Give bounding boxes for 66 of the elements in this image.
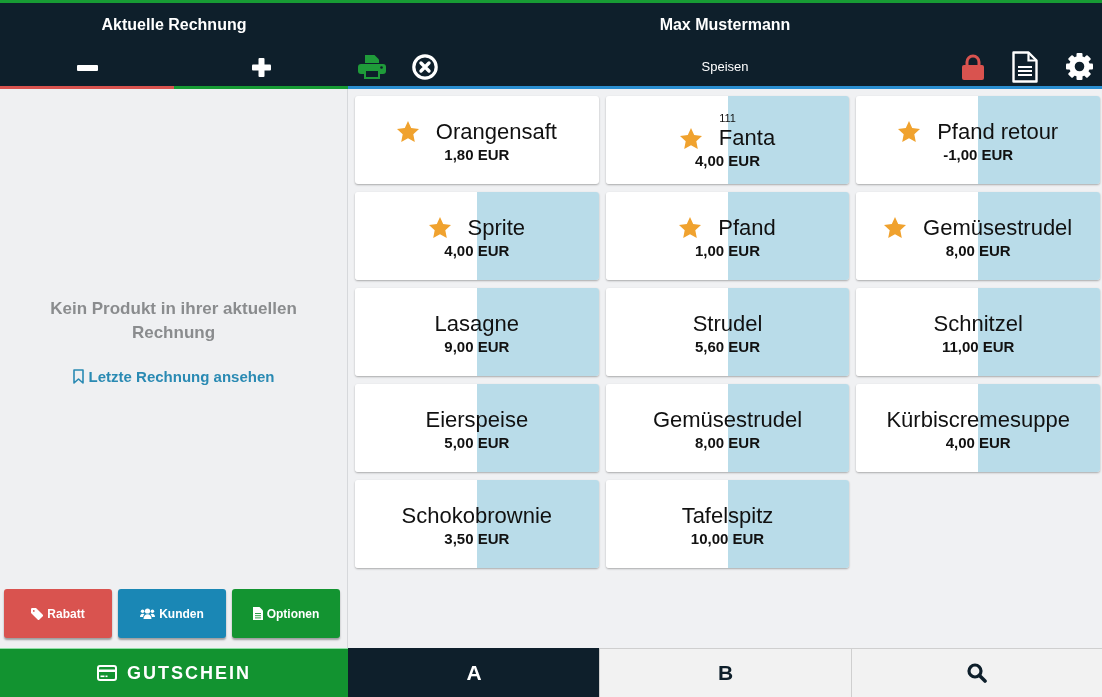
product-name: Kürbiscremesuppe — [886, 406, 1070, 433]
product-name: Pfand retour — [937, 118, 1059, 145]
product-name: Strudel — [692, 310, 763, 337]
product-tile[interactable]: Gemüsestrudel 8,00 EUR — [605, 384, 850, 472]
product-name: Tafelspitz — [681, 502, 774, 529]
product-price: 8,00 EUR — [945, 240, 1011, 261]
voucher-button[interactable]: GUTSCHEIN — [0, 648, 348, 697]
product-tile[interactable]: Sprite 4,00 EUR — [355, 192, 599, 280]
bookmark-icon — [72, 369, 84, 384]
product-name: Pfand — [718, 214, 776, 241]
product-name: Fanta — [718, 125, 776, 151]
credit-card-icon — [97, 665, 117, 681]
product-name: Sprite — [467, 214, 526, 241]
product-tile[interactable]: Gemüsestrudel 8,00 EUR — [856, 192, 1100, 280]
lock-icon[interactable] — [962, 53, 984, 80]
product-price: 4,00 EUR — [694, 151, 760, 171]
product-price: 5,00 EUR — [444, 432, 510, 453]
product-name: Gemüsestrudel — [923, 214, 1073, 241]
category-title: Speisen — [701, 59, 749, 74]
search-icon — [966, 663, 987, 683]
letter-tab[interactable]: A — [348, 648, 600, 697]
product-tile[interactable]: Kürbiscremesuppe 4,00 EUR — [856, 384, 1100, 472]
product-name: Schokobrownie — [401, 502, 553, 529]
file-icon — [252, 607, 263, 620]
tag-icon — [31, 607, 44, 620]
product-price: 8,00 EUR — [694, 432, 760, 453]
product-count: 111 — [719, 112, 736, 125]
close-circle-icon[interactable] — [412, 53, 438, 80]
product-price: 4,00 EUR — [945, 432, 1011, 453]
product-tile[interactable]: Schnitzel 11,00 EUR — [856, 288, 1100, 376]
product-tile[interactable]: Tafelspitz 10,00 EUR — [605, 480, 850, 568]
product-price: 11,00 EUR — [941, 336, 1015, 357]
product-tile[interactable]: Pfand retour -1,00 EUR — [856, 96, 1100, 184]
product-tile[interactable]: Orangensaft 1,80 EUR — [355, 96, 599, 184]
product-name: Lasagne — [434, 310, 520, 337]
product-tile[interactable]: Strudel 5,60 EUR — [605, 288, 850, 376]
product-price: -1,00 EUR — [943, 144, 1014, 165]
product-tile[interactable]: Lasagne 9,00 EUR — [355, 288, 599, 376]
printer-icon[interactable] — [358, 54, 386, 79]
product-price: 9,00 EUR — [444, 336, 510, 357]
user-name: Max Mustermann — [659, 16, 791, 34]
product-price: 5,60 EUR — [694, 336, 760, 357]
users-icon — [140, 608, 156, 619]
minus-icon — [76, 64, 98, 71]
discount-button[interactable]: Rabatt — [4, 589, 112, 638]
plus-icon — [251, 58, 271, 77]
settings-icon[interactable] — [1066, 53, 1093, 80]
bill-title: Aktuelle Rechnung — [101, 16, 247, 34]
product-tile[interactable]: 111 Fanta 4,00 EUR — [605, 96, 850, 184]
product-price: 4,00 EUR — [444, 240, 510, 261]
customers-button[interactable]: Kunden — [118, 589, 226, 638]
product-tile[interactable]: Pfand 1,00 EUR — [605, 192, 850, 280]
product-tile[interactable]: Schokobrownie 3,50 EUR — [355, 480, 599, 568]
product-name: Orangensaft — [435, 118, 557, 145]
document-icon[interactable] — [1012, 50, 1038, 83]
product-price: 3,50 EUR — [444, 528, 510, 549]
letter-tab[interactable]: B — [599, 648, 851, 697]
product-price: 10,00 EUR — [690, 528, 765, 549]
product-name: Schnitzel — [933, 310, 1023, 337]
product-name: Gemüsestrudel — [652, 406, 803, 433]
product-price: 1,80 EUR — [444, 144, 510, 165]
options-button[interactable]: Optionen — [232, 589, 340, 638]
product-name: Eierspeise — [425, 406, 529, 433]
empty-bill-message: Kein Produkt in ihrer aktuellen Rechnung — [49, 298, 298, 344]
product-price: 1,00 EUR — [694, 240, 760, 261]
product-tile[interactable]: Eierspeise 5,00 EUR — [355, 384, 599, 472]
